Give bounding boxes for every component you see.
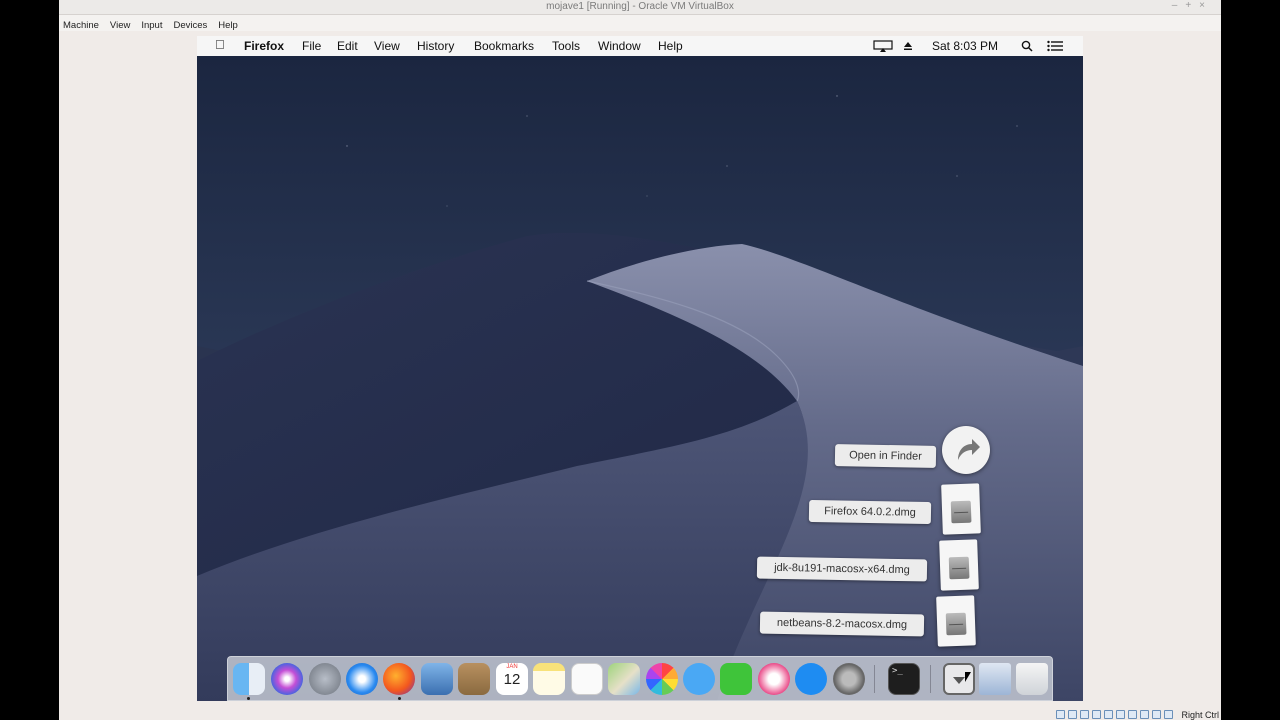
guest-screen[interactable]:  Firefox File Edit View History Bookmar… [197,36,1083,701]
recording-icon[interactable] [1140,710,1149,719]
menu-edit[interactable]: Edit [337,39,358,53]
calendar-icon[interactable]: JAN 12 [496,663,528,695]
dock: JAN 12 >_ [227,656,1053,701]
network-icon[interactable] [1092,710,1101,719]
launchpad-icon[interactable] [309,663,341,695]
stack-file-label[interactable]: netbeans-8.2-macosx.dmg [759,611,925,637]
mouse-integration-icon[interactable] [1164,710,1173,719]
terminal-icon[interactable]: >_ [888,663,920,695]
reminders-icon[interactable] [571,663,603,695]
mac-menubar:  Firefox File Edit View History Bookmar… [197,36,1083,56]
virtualbox-statusbar: Right Ctrl [59,706,1221,720]
airplay-icon[interactable] [873,40,893,55]
running-indicator [398,697,401,700]
web-document-icon[interactable] [979,663,1011,695]
contacts-icon[interactable] [458,663,490,695]
dmg-file-icon[interactable] [936,595,976,647]
menu-help[interactable]: Help [218,19,238,33]
cpu-icon[interactable] [1152,710,1161,719]
app-store-icon[interactable] [795,663,827,695]
notification-center-icon[interactable] [1047,40,1063,55]
maximize-icon[interactable]: + [1185,0,1199,11]
eject-icon[interactable] [903,40,913,54]
window-title: mojave1 [Running] - Oracle VM VirtualBox [546,1,734,12]
finder-icon[interactable] [233,663,265,695]
usb-icon[interactable] [1104,710,1113,719]
host-key-label: Right Ctrl [1181,710,1219,720]
menubar-clock[interactable]: Sat 8:03 PM [932,39,998,53]
siri-icon[interactable] [271,663,303,695]
trash-icon[interactable] [1016,663,1048,695]
menu-history[interactable]: History [417,39,454,53]
app-menu-firefox[interactable]: Firefox [244,39,284,53]
facetime-icon[interactable] [720,663,752,695]
notes-icon[interactable] [533,663,565,695]
itunes-icon[interactable] [758,663,790,695]
dock-separator [930,665,931,693]
calendar-day: 12 [503,671,521,688]
close-icon[interactable]: × [1199,0,1213,11]
menu-machine[interactable]: Machine [63,19,99,33]
mouse-cursor [965,672,975,682]
minimize-icon[interactable]: – [1172,0,1186,11]
open-in-finder-button[interactable] [942,426,990,474]
window-controls[interactable]: –+× [1172,0,1213,11]
virtualbox-window: mojave1 [Running] - Oracle VM VirtualBox… [59,0,1221,720]
shared-folders-icon[interactable] [1116,710,1125,719]
hard-disk-icon[interactable] [1056,710,1065,719]
desktop[interactable]: Open in Finder Firefox 64.0.2.dmg jdk-8u… [197,56,1083,701]
audio-icon[interactable] [1080,710,1089,719]
safari-icon[interactable] [346,663,378,695]
photos-icon[interactable] [646,663,678,695]
dmg-file-icon[interactable] [939,539,979,591]
preview-icon[interactable] [421,663,453,695]
menu-window[interactable]: Window [598,39,641,53]
menu-input[interactable]: Input [141,19,162,33]
firefox-icon[interactable] [383,663,415,695]
virtualbox-menubar: Machine View Input Devices Help [59,15,1221,31]
menu-tools[interactable]: Tools [552,39,580,53]
display-icon[interactable] [1128,710,1137,719]
menu-view[interactable]: View [374,39,400,53]
menu-view[interactable]: View [110,19,130,33]
menu-help[interactable]: Help [658,39,683,53]
apple-icon[interactable]:  [215,37,225,52]
system-preferences-icon[interactable] [833,663,865,695]
running-indicator [247,697,250,700]
dmg-file-icon[interactable] [941,483,981,535]
maps-icon[interactable] [608,663,640,695]
dock-separator [874,665,875,693]
spotlight-search-icon[interactable] [1021,40,1033,55]
stack-file-label[interactable]: Firefox 64.0.2.dmg [808,499,932,525]
messages-icon[interactable] [683,663,715,695]
share-arrow-icon [958,439,980,460]
menu-bookmarks[interactable]: Bookmarks [474,39,534,53]
menu-file[interactable]: File [302,39,321,53]
menu-devices[interactable]: Devices [173,19,207,33]
window-titlebar: mojave1 [Running] - Oracle VM VirtualBox… [59,0,1221,15]
open-in-finder-label[interactable]: Open in Finder [834,444,937,468]
optical-drive-icon[interactable] [1068,710,1077,719]
stack-file-label[interactable]: jdk-8u191-macosx-x64.dmg [756,556,928,582]
device-status-icons[interactable] [1056,710,1173,719]
